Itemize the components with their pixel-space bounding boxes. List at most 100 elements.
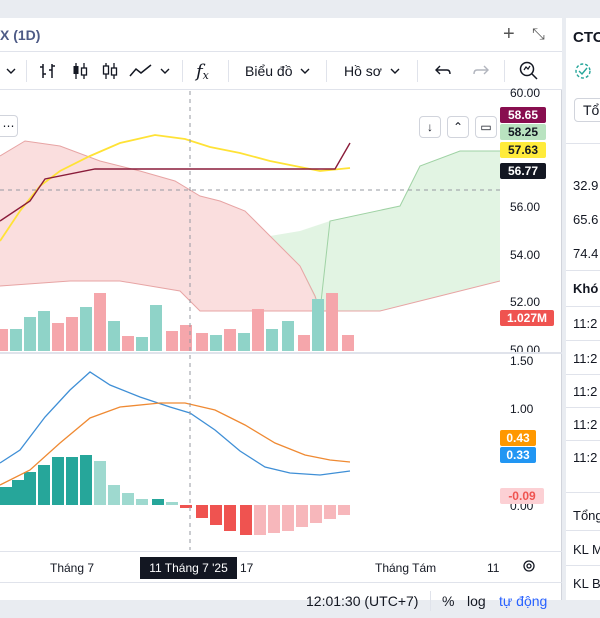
clock-time: 12:01:30 (UTC+7) <box>306 593 419 609</box>
macd-histogram <box>0 455 350 535</box>
stat-value: 74.4 <box>573 246 599 261</box>
macd-histogram-bar <box>66 457 78 505</box>
volume-bar <box>108 321 120 351</box>
candles-chart-icon[interactable] <box>70 58 90 84</box>
profile-dropdown[interactable]: Hồ sơ <box>344 58 400 84</box>
undo-icon[interactable] <box>434 58 452 84</box>
price-tag-span-a: 58.25 <box>500 124 546 140</box>
macd-tick: 1.50 <box>510 354 534 368</box>
chevron-down-icon[interactable] <box>160 58 170 84</box>
macd-histogram-bar <box>12 480 24 505</box>
stat-value: 65.6 <box>573 212 599 227</box>
legend-toggle[interactable]: ⋯ <box>0 115 18 137</box>
macd-histogram-bar <box>122 493 134 505</box>
toolbar-divider <box>504 60 505 82</box>
macd-histogram-bar <box>136 499 148 505</box>
toolbar-divider <box>182 60 183 82</box>
chart-toolbar: fx Biểu đồ Hồ sơ <box>0 52 562 90</box>
volume-bar <box>196 333 208 351</box>
macd-tag-macd: 0.33 <box>500 447 536 463</box>
panel-divider <box>566 530 600 531</box>
symbol-label[interactable]: CTO <box>573 29 600 46</box>
macd-histogram-bar <box>52 457 64 505</box>
macd-histogram-bar <box>152 499 164 505</box>
macd-histogram-bar <box>196 505 208 518</box>
macd-tick: 1.00 <box>510 402 534 416</box>
macd-histogram-bar <box>296 505 308 527</box>
volume-bar <box>150 305 162 351</box>
footer-label: Tổng <box>573 508 600 523</box>
stat-value: 32.9 <box>573 178 599 193</box>
toolbar-divider <box>26 60 27 82</box>
chart-type-dropdown[interactable]: Biểu đồ <box>245 58 310 84</box>
macd-tag-signal: 0.43 <box>500 430 536 446</box>
log-toggle[interactable]: log <box>467 593 486 609</box>
redo-icon[interactable] <box>472 58 490 84</box>
settings-icon[interactable] <box>521 558 537 577</box>
line-chart-icon[interactable] <box>128 58 154 84</box>
price-tick: 54.00 <box>510 248 541 262</box>
hollow-candles-icon[interactable] <box>100 58 120 84</box>
macd-histogram-bar <box>94 461 106 505</box>
total-button[interactable]: Tổ <box>574 98 600 122</box>
pane-divider[interactable] <box>0 352 562 354</box>
chart-window: X (1D) + ⤡ fx Biểu đồ Hồ sơ ⋯ ↓ ⌃ ▭ 60.0… <box>0 18 562 611</box>
ichimoku-cloud-red <box>0 141 320 311</box>
chevron-down-icon[interactable] <box>6 58 16 84</box>
volume-bar <box>24 317 36 351</box>
time-label: 11 <box>487 561 500 575</box>
volume-bar <box>238 333 250 351</box>
macd-histogram-bar <box>338 505 350 515</box>
panel-divider <box>566 306 600 307</box>
more-icon[interactable]: ⋯ <box>0 115 18 137</box>
price-tick: 52.00 <box>510 295 541 309</box>
price-tag-ma: 57.63 <box>500 142 546 158</box>
volume-bar <box>266 329 278 351</box>
plus-icon[interactable]: + <box>503 23 515 46</box>
time-label: Tháng 7 <box>50 561 95 575</box>
collapse-arrows-icon[interactable]: ⤡ <box>532 26 545 44</box>
volume-bar <box>326 293 338 351</box>
price-tag-crosshair: 56.77 <box>500 163 546 179</box>
percent-toggle[interactable]: % <box>442 593 454 609</box>
time-label: Tháng Tám <box>375 561 437 575</box>
collapse-pane-icon[interactable]: ⌃ <box>447 116 469 138</box>
maximize-pane-icon[interactable]: ▭ <box>475 116 497 138</box>
trade-time: 11:2 <box>573 450 598 465</box>
fx-icon[interactable]: fx <box>196 58 209 84</box>
pane-controls: ↓ ⌃ ▭ <box>419 116 497 138</box>
time-axis[interactable]: Tháng 7 11 Tháng 7 '25 17 Tháng Tám 11 <box>0 551 562 581</box>
macd-histogram-bar <box>254 505 266 535</box>
macd-pane[interactable] <box>0 355 500 550</box>
time-label: 17 <box>240 561 254 575</box>
volume-bar <box>94 293 106 351</box>
volume-bar <box>0 329 8 351</box>
macd-histogram-bar <box>80 455 92 505</box>
chart-title[interactable]: X (1D) <box>0 27 40 43</box>
volume-bar <box>122 336 134 351</box>
toolbar-divider <box>326 60 327 82</box>
profile-label: Hồ sơ <box>344 63 382 79</box>
trade-time: 11:2 <box>573 316 598 331</box>
macd-histogram-bar <box>38 465 50 505</box>
footer-label: KL M <box>573 542 600 557</box>
volume-bar <box>80 307 92 351</box>
volume-bar <box>312 299 324 351</box>
chart-statusbar: 12:01:30 (UTC+7) % log tự động <box>0 582 562 618</box>
move-down-icon[interactable]: ↓ <box>419 116 441 138</box>
macd-histogram-bar <box>268 505 280 533</box>
bars-chart-icon[interactable] <box>38 58 58 84</box>
volume-bar <box>66 317 78 351</box>
chart-type-label: Biểu đồ <box>245 63 293 79</box>
search-icon[interactable] <box>518 58 540 84</box>
macd-histogram-bar <box>310 505 322 523</box>
macd-histogram-bar <box>108 485 120 505</box>
price-tick: 56.00 <box>510 200 541 214</box>
panel-divider <box>566 440 600 441</box>
toolbar-divider <box>417 60 418 82</box>
trade-time: 11:2 <box>573 384 598 399</box>
auto-toggle[interactable]: tự động <box>499 593 547 609</box>
panel-divider <box>566 143 600 144</box>
macd-tag-histogram: -0.09 <box>500 488 544 504</box>
volume-bar <box>298 335 310 351</box>
